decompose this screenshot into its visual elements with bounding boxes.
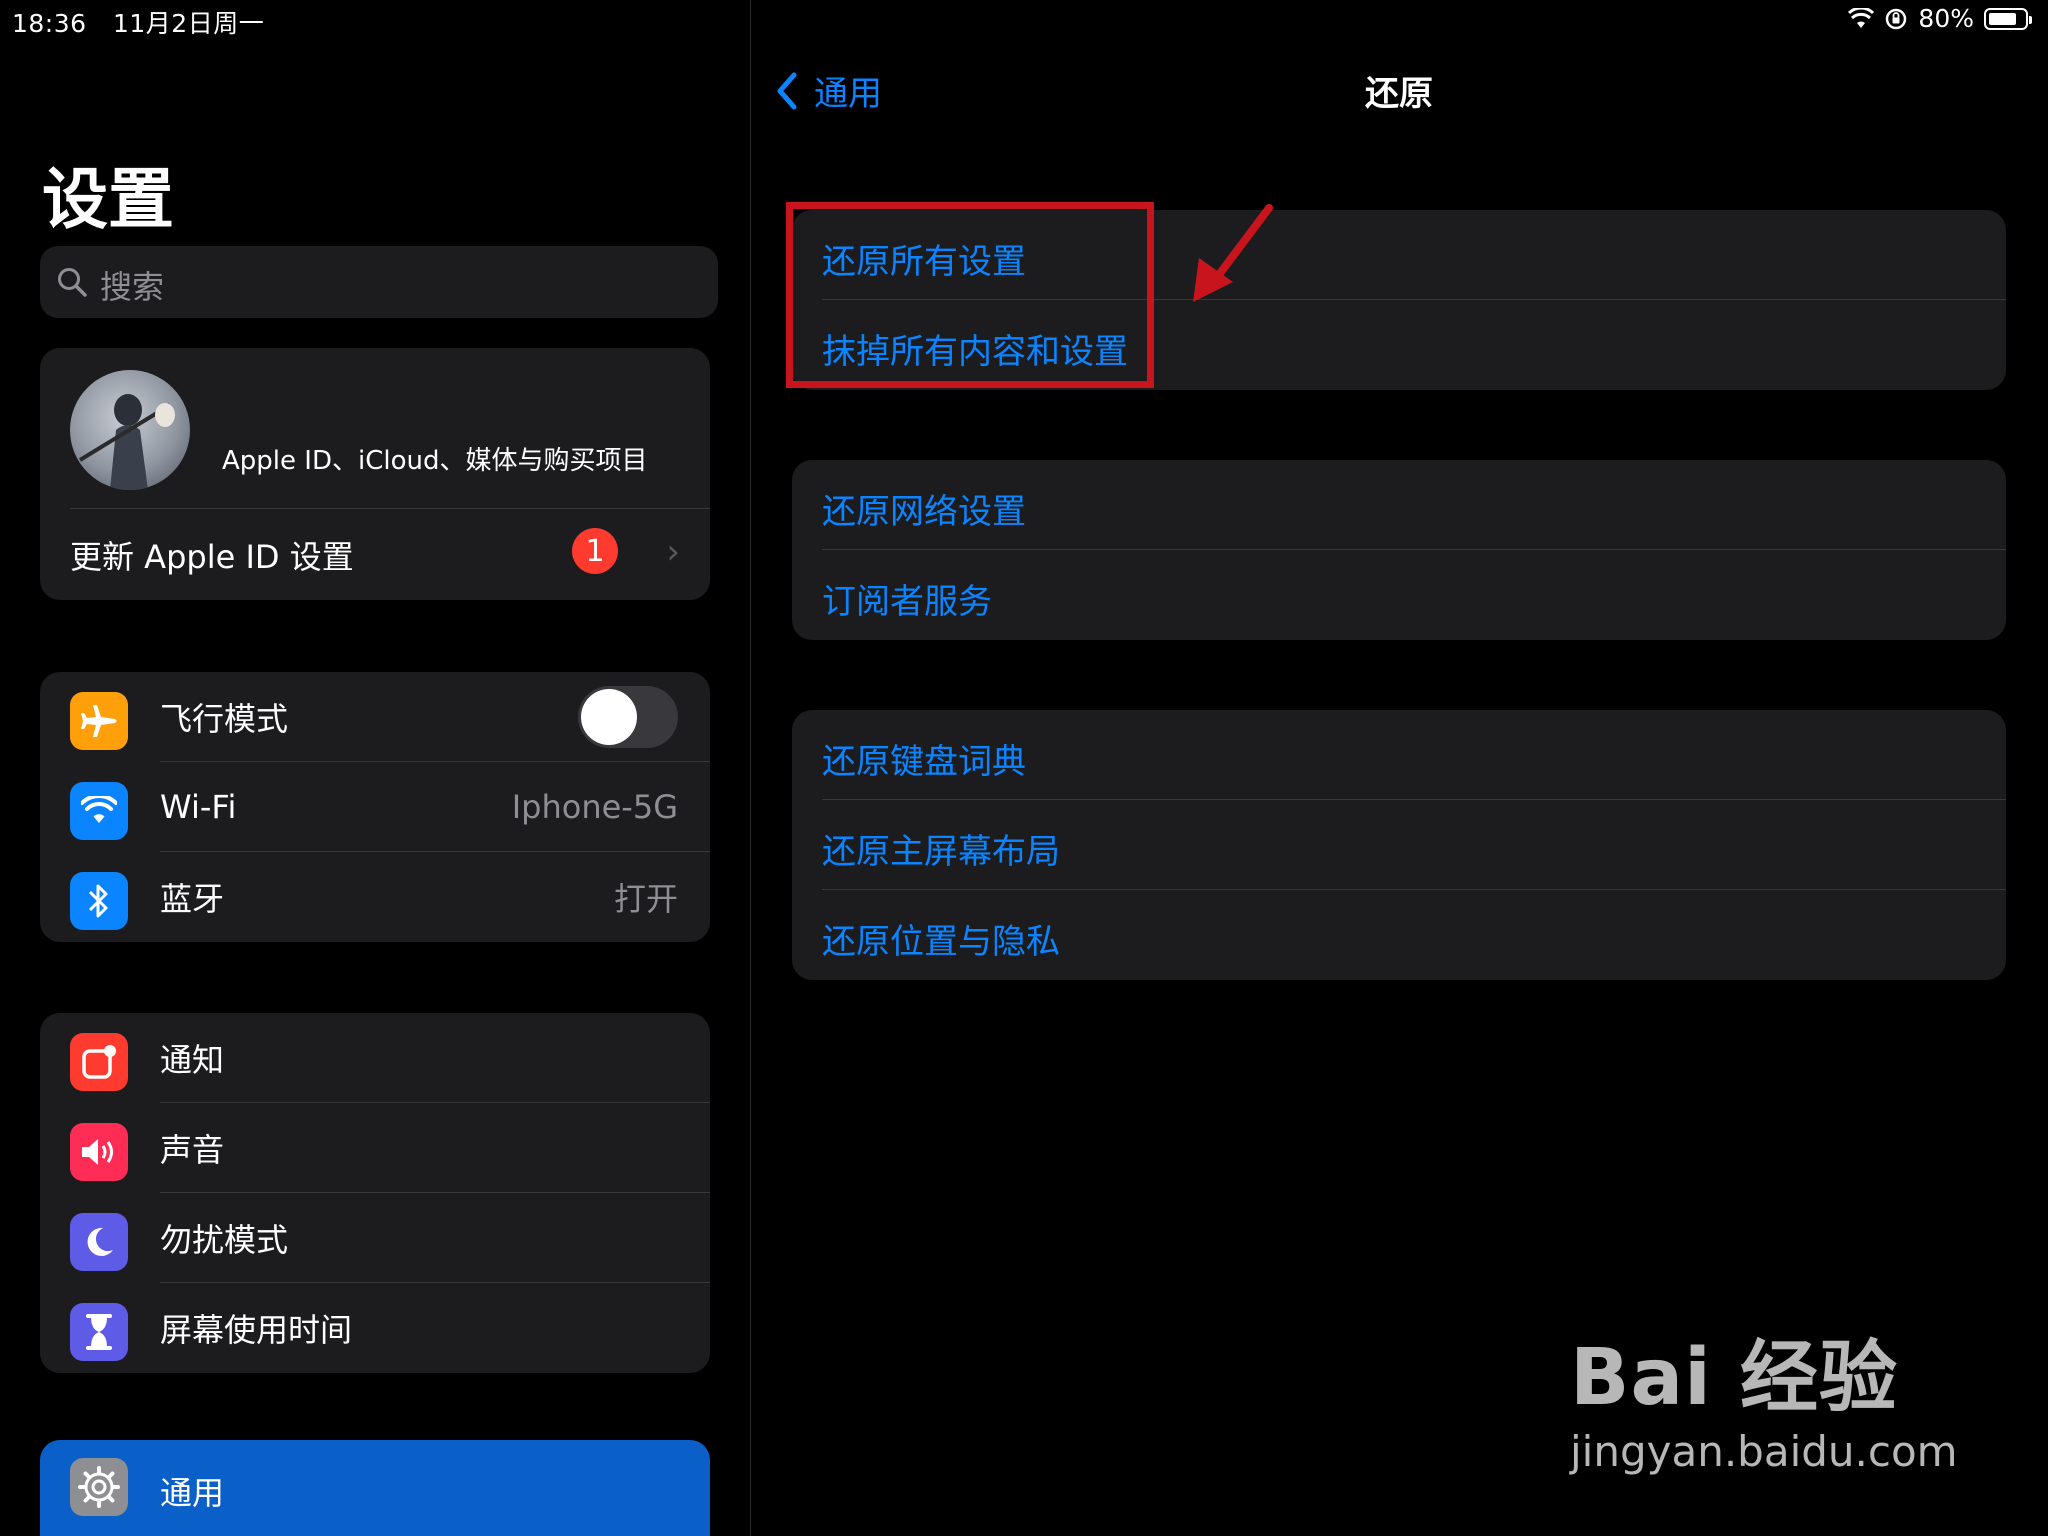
bluetooth-value: 打开 [613,880,678,918]
sidebar-item-label: 声音 [160,1131,225,1169]
hourglass-icon [70,1303,128,1361]
rotation-lock-icon [1886,8,1907,29]
sidebar-item-bluetooth[interactable]: 蓝牙 打开 [40,852,710,942]
avatar-illustration [78,394,175,490]
status-bar-right: 80% [1848,4,2032,33]
status-time: 18:36 [12,9,87,38]
update-apple-id-label[interactable]: 更新 Apple ID 设置 [70,532,354,578]
gear-icon [70,1458,128,1516]
sidebar-item-label: Wi-Fi [160,788,237,826]
wifi-icon [70,782,128,840]
sidebar-item-screen-time[interactable]: 屏幕使用时间 [40,1283,710,1373]
back-label: 通用 [814,74,882,114]
search-field[interactable]: 搜索 [40,246,718,318]
search-icon [58,268,87,297]
reset-home-screen-row[interactable]: 还原主屏幕布局 [792,800,2006,890]
subscriber-services-row[interactable]: 订阅者服务 [792,550,2006,640]
wifi-network-value: Iphone-5G [511,788,678,826]
moon-icon [70,1213,128,1271]
sidebar-item-sounds[interactable]: 声音 [40,1103,710,1193]
reset-option-label: 订阅者服务 [822,582,992,622]
notification-badge: 1 [572,528,618,574]
page-title: 设置 [42,161,174,238]
sidebar-item-notifications[interactable]: 通知 [40,1013,710,1103]
sidebar-item-do-not-disturb[interactable]: 勿扰模式 [40,1193,710,1283]
sidebar-item-wifi[interactable]: Wi-Fi Iphone-5G [40,762,710,852]
reset-option-label: 还原键盘词典 [822,742,1026,782]
toggle-knob [581,689,637,745]
avatar[interactable] [70,370,190,490]
sound-icon [70,1123,128,1181]
profile-subtitle: Apple ID、iCloud、媒体与购买项目 [222,446,648,476]
reset-option-label: 还原网络设置 [822,492,1026,532]
sidebar-item-airplane[interactable]: 飞行模式 [40,672,710,762]
battery-icon [1984,7,2032,30]
reset-network-row[interactable]: 还原网络设置 [792,460,2006,550]
status-date: 11月2日周一 [113,9,265,38]
watermark-brand: Bai 经验 [1570,1333,1898,1423]
reset-location-privacy-row[interactable]: 还原位置与隐私 [792,890,2006,980]
sidebar-item-label: 通知 [160,1041,225,1079]
sidebar-item-label: 屏幕使用时间 [160,1311,353,1349]
system-group: 通知 声音 勿扰模式 屏幕使用时间 [40,1013,710,1373]
battery-percent: 80% [1918,4,1974,33]
profile-divider [70,508,710,509]
reset-group-3: 还原键盘词典 还原主屏幕布局 还原位置与隐私 [792,710,2006,980]
split-divider [750,0,751,1536]
watermark-url: jingyan.baidu.com [1570,1427,1958,1476]
notifications-icon [70,1033,128,1091]
reset-keyboard-dictionary-row[interactable]: 还原键盘词典 [792,710,2006,800]
airplane-mode-toggle[interactable] [578,686,678,748]
sidebar-item-label: 勿扰模式 [160,1221,289,1259]
chevron-right-icon: › [666,532,680,572]
status-bar-left: 18:36 11月2日周一 [12,4,282,40]
sidebar-item-label: 蓝牙 [160,880,225,918]
reset-option-label: 还原主屏幕布局 [822,832,1060,872]
search-placeholder: 搜索 [100,268,165,306]
chevron-left-icon [777,72,797,109]
nav-title: 还原 [1365,74,1433,114]
battery-nub [2029,15,2032,24]
baidu-watermark: Bai 经验 jingyan.baidu.com [1570,1315,1958,1476]
highlight-box [786,202,1154,388]
wifi-status-icon [1848,7,1875,28]
reset-option-label: 还原位置与隐私 [822,922,1060,962]
connectivity-group: 飞行模式 Wi-Fi Iphone-5G 蓝牙 打开 [40,672,710,942]
reset-group-2: 还原网络设置 订阅者服务 [792,460,2006,640]
battery-fill [1989,12,2016,25]
bluetooth-icon [70,872,128,930]
sidebar-item-general[interactable]: 通用 [40,1440,710,1536]
back-button[interactable]: 通用 [774,66,882,115]
airplane-icon [70,692,128,750]
sidebar-item-label: 通用 [160,1474,225,1512]
profile-card[interactable]: Apple ID、iCloud、媒体与购买项目 更新 Apple ID 设置 1… [40,348,710,600]
sidebar-item-label: 飞行模式 [160,700,289,738]
annotation-arrow [1193,204,1273,302]
